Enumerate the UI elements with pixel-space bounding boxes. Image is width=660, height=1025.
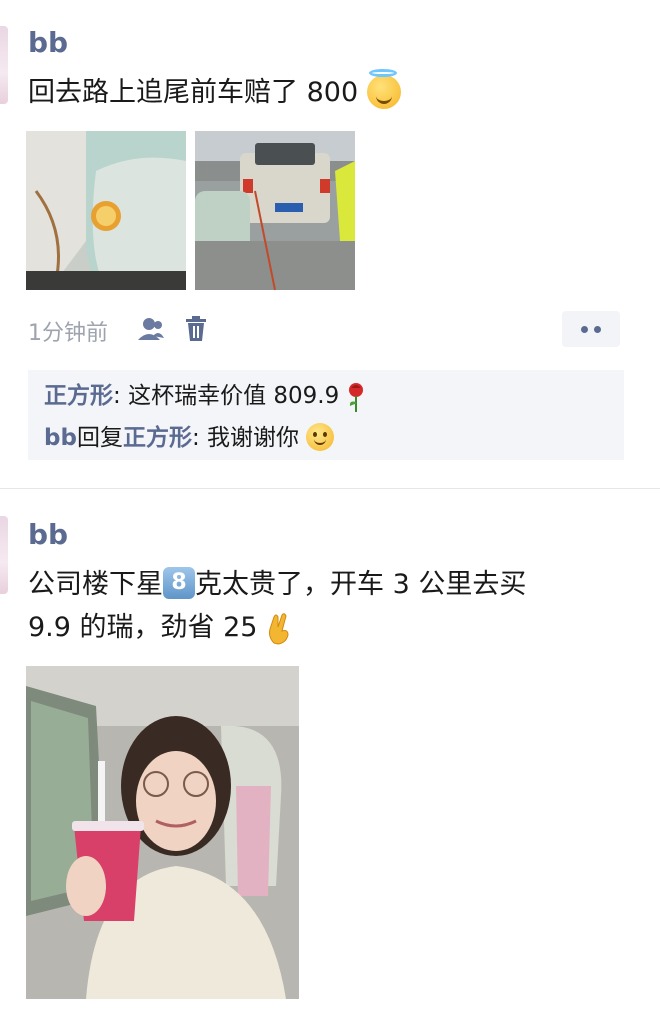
post-text: 回去路上追尾前车赔了 800 (28, 68, 401, 114)
comment-separator: : (191, 425, 207, 451)
smiling-face-with-halo-icon (366, 68, 401, 109)
post-text-content: 9.9 的瑞，劲省 25 (28, 612, 258, 643)
comment-list: 正方形: 这杯瑞幸价值 809.9 bb回复正方形: 我谢谢你 (28, 370, 624, 460)
comment-separator: : (113, 383, 129, 409)
post-divider (0, 488, 660, 489)
comment-author[interactable]: bb (44, 425, 77, 451)
rose-icon (347, 382, 365, 412)
post-time: 1分钟前 (28, 321, 108, 346)
trash-icon[interactable] (184, 316, 208, 346)
crossed-fingers-icon (266, 608, 292, 650)
more-button[interactable] (562, 311, 620, 347)
post-text-content: 克太贵了，开车 3 公里去买 (195, 569, 527, 600)
keycap-digit: 8 (163, 566, 195, 599)
comment-item[interactable]: bb回复正方形: 我谢谢你 (44, 418, 335, 453)
avatar[interactable] (0, 26, 8, 104)
user-visibility-icon[interactable] (138, 316, 164, 346)
comment-text: 我谢谢你 (207, 425, 299, 451)
comment-item[interactable]: 正方形: 这杯瑞幸价值 809.9 (44, 376, 365, 412)
post-text: 9.9 的瑞，劲省 25 (28, 607, 292, 650)
post-text: 公司楼下星 8 克太贵了，开车 3 公里去买 (28, 564, 526, 606)
reply-target[interactable]: 正方形 (123, 425, 192, 451)
more-icon (581, 326, 588, 333)
post-photo[interactable] (26, 131, 186, 290)
comment-text: 这杯瑞幸价值 809.9 (128, 383, 340, 409)
post-author[interactable]: bb (28, 518, 68, 551)
post-text-content: 公司楼下星 (28, 569, 163, 600)
post-text-content: 回去路上追尾前车赔了 800 (28, 77, 359, 108)
more-icon (594, 326, 601, 333)
comment-author[interactable]: 正方形 (44, 383, 113, 409)
reply-word: 回复 (76, 425, 123, 451)
post-author[interactable]: bb (28, 26, 68, 59)
post-photo[interactable] (26, 666, 299, 999)
avatar[interactable] (0, 516, 8, 594)
post-photo[interactable] (195, 131, 355, 290)
slightly-smiling-face-icon (306, 422, 335, 451)
